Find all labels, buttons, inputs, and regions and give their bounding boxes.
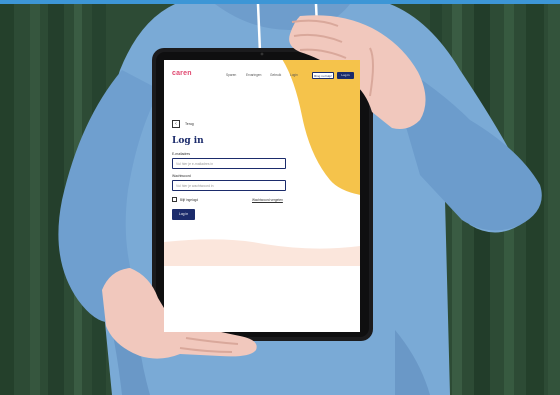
password-field[interactable]: Vul hier je wachtwoord in xyxy=(172,180,286,191)
back-button[interactable]: ‹ xyxy=(172,120,180,128)
caren-logo[interactable]: caren xyxy=(172,70,192,77)
help-button[interactable]: Ring nu hulp! xyxy=(312,72,334,79)
tablet-camera xyxy=(260,52,264,56)
top-accent-bar xyxy=(0,0,560,4)
nav-item-ervaringen[interactable]: Ervaringen xyxy=(246,73,261,77)
email-field[interactable]: Vul hier je e-mailadres in xyxy=(172,158,286,169)
password-label: Wachtwoord xyxy=(172,174,191,178)
nav-item-login[interactable]: Login xyxy=(290,73,298,77)
chevron-left-icon: ‹ xyxy=(175,121,177,127)
page-title: Log in xyxy=(172,136,204,146)
peach-band-decoration xyxy=(164,239,360,266)
email-label: E-mailadres xyxy=(172,152,191,156)
nav-item-gebruik[interactable]: Gebruik xyxy=(270,73,281,77)
tablet-screen: caren Sparen Ervaringen Gebruik Login Ri… xyxy=(164,60,360,332)
remember-checkbox[interactable] xyxy=(172,197,177,202)
login-submit-button[interactable]: Log in xyxy=(172,209,195,220)
header-login-button[interactable]: Log in xyxy=(337,72,354,79)
yellow-blob-decoration xyxy=(282,60,360,195)
remember-label: Blijf ingelogd xyxy=(180,198,199,202)
back-label[interactable]: Terug xyxy=(185,122,194,126)
forgot-password-link[interactable]: Wachtwoord vergeten xyxy=(252,198,283,202)
nav-item-sparen[interactable]: Sparen xyxy=(226,73,236,77)
